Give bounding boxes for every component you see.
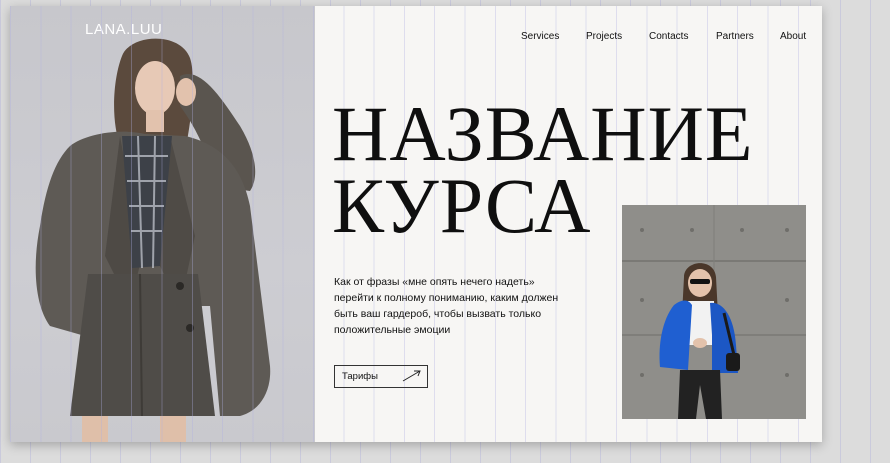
tariffs-button-label: Тарифы	[342, 371, 378, 382]
woman-in-blazer-illustration	[35, 38, 271, 442]
nav-partners[interactable]: Partners	[716, 31, 754, 42]
landing-page: LANA.LUU Services Projects Contacts Part…	[10, 6, 822, 442]
course-description: Как от фразы «мне опять нечего надеть» п…	[334, 276, 559, 336]
hero-portrait-photo: LANA.LUU	[10, 6, 315, 442]
nav-services[interactable]: Services	[521, 31, 559, 42]
arrow-up-right-icon	[402, 369, 422, 388]
nav-projects[interactable]: Projects	[586, 31, 622, 42]
course-title-line-1: НАЗВАНИЕ	[332, 90, 754, 177]
top-navigation: Services Projects Contacts Partners Abou…	[10, 31, 822, 45]
nav-about[interactable]: About	[780, 31, 806, 42]
street-style-photo	[622, 205, 806, 419]
tariffs-button[interactable]: Тарифы	[334, 365, 428, 388]
woman-in-blue-jacket-illustration	[622, 205, 806, 419]
nav-contacts[interactable]: Contacts	[649, 31, 688, 42]
